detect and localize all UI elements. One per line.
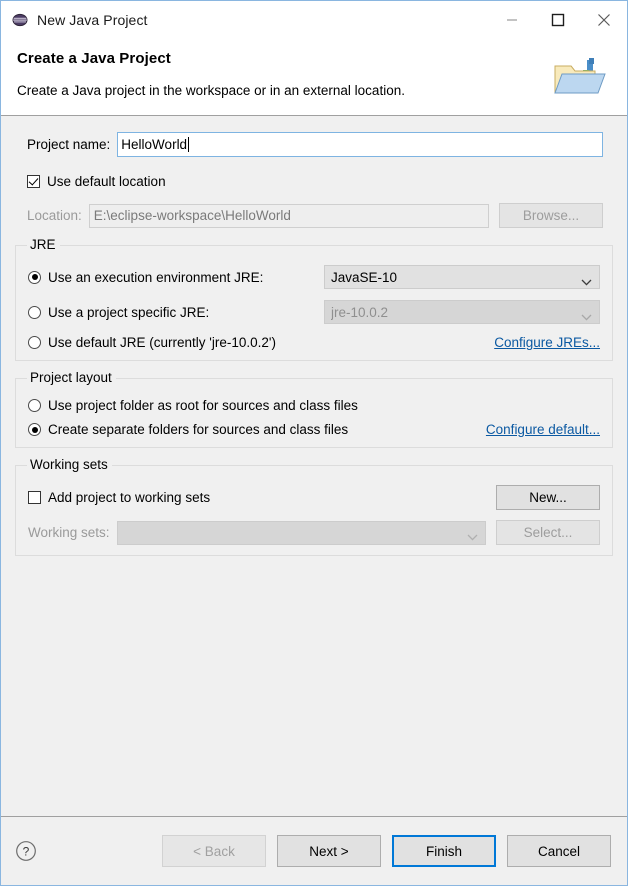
working-sets-combo xyxy=(116,520,486,545)
configure-default-link[interactable]: Configure default... xyxy=(486,422,600,437)
select-working-set-button: Select... xyxy=(496,520,600,545)
chevron-down-icon xyxy=(581,309,592,321)
configure-jres-link[interactable]: Configure JREs... xyxy=(494,335,600,350)
project-layout-group: Project layout Use project folder as roo… xyxy=(15,370,613,448)
project-layout-group-label: Project layout xyxy=(27,370,116,385)
jre-group-label: JRE xyxy=(27,237,60,252)
dialog-button-bar: ? < Back Next > Finish Cancel xyxy=(1,816,627,885)
jre-project-specific-combo: jre-10.0.2 xyxy=(324,300,600,324)
location-label: Location: xyxy=(27,208,82,223)
jre-group: JRE Use an execution environment JRE: Ja… xyxy=(15,237,613,361)
page-description: Create a Java project in the workspace o… xyxy=(17,83,405,98)
layout-separate-folders-radio[interactable] xyxy=(28,423,41,436)
title-bar: New Java Project xyxy=(1,1,627,38)
working-sets-label: Working sets: xyxy=(28,525,110,540)
cancel-button[interactable]: Cancel xyxy=(507,835,611,867)
close-icon[interactable] xyxy=(581,1,627,38)
project-name-label: Project name: xyxy=(27,137,111,152)
jre-default-radio[interactable] xyxy=(28,336,41,349)
new-working-set-button[interactable]: New... xyxy=(496,485,600,510)
jre-option-default[interactable]: Use default JRE (currently 'jre-10.0.2')… xyxy=(28,335,600,350)
browse-button: Browse... xyxy=(499,203,603,228)
jre-project-specific-radio[interactable] xyxy=(28,305,41,319)
dialog-body: Project name: HelloWorld Use default loc… xyxy=(1,116,627,816)
window-controls xyxy=(489,1,627,38)
project-name-value: HelloWorld xyxy=(121,137,188,152)
use-default-location-label: Use default location xyxy=(47,174,166,189)
layout-project-folder-radio[interactable] xyxy=(28,399,41,412)
eclipse-sphere-icon xyxy=(12,12,28,28)
add-project-to-working-sets-label: Add project to working sets xyxy=(48,490,211,505)
layout-separate-folders-label: Create separate folders for sources and … xyxy=(48,422,349,437)
add-project-to-working-sets-row[interactable]: Add project to working sets New... xyxy=(28,485,600,510)
location-row: Location: E:\eclipse-workspace\HelloWorl… xyxy=(15,189,613,228)
window-title: New Java Project xyxy=(37,11,148,28)
use-default-location-row[interactable]: Use default location xyxy=(15,157,613,189)
chevron-down-icon xyxy=(467,529,478,541)
jre-option-execution-environment[interactable]: Use an execution environment JRE: JavaSE… xyxy=(28,265,600,289)
next-button[interactable]: Next > xyxy=(277,835,381,867)
back-button: < Back xyxy=(162,835,266,867)
use-default-location-checkbox[interactable] xyxy=(27,175,40,188)
layout-project-folder-label: Use project folder as root for sources a… xyxy=(48,398,358,413)
open-folder-icon xyxy=(547,52,611,108)
jre-execution-environment-value: JavaSE-10 xyxy=(331,269,398,285)
jre-execution-environment-radio[interactable] xyxy=(28,270,41,284)
layout-option-project-folder[interactable]: Use project folder as root for sources a… xyxy=(28,398,600,413)
chevron-down-icon xyxy=(581,274,592,286)
add-project-to-working-sets-checkbox[interactable] xyxy=(28,491,41,504)
location-input: E:\eclipse-workspace\HelloWorld xyxy=(88,203,489,228)
location-value: E:\eclipse-workspace\HelloWorld xyxy=(93,208,291,223)
help-icon[interactable]: ? xyxy=(15,840,37,862)
layout-option-separate-folders[interactable]: Create separate folders for sources and … xyxy=(28,422,600,437)
working-sets-row: Working sets: Select... xyxy=(28,520,600,545)
project-name-row: Project name: HelloWorld xyxy=(15,116,613,157)
jre-execution-environment-label: Use an execution environment JRE: xyxy=(48,269,264,285)
working-sets-group-label: Working sets xyxy=(27,457,112,472)
page-title: Create a Java Project xyxy=(17,50,171,67)
minimize-icon[interactable] xyxy=(489,1,535,38)
project-name-input[interactable]: HelloWorld xyxy=(117,132,603,157)
svg-text:?: ? xyxy=(23,844,30,858)
text-caret xyxy=(188,137,190,152)
wizard-buttons: < Back Next > Finish Cancel xyxy=(151,835,611,867)
jre-option-project-specific[interactable]: Use a project specific JRE: jre-10.0.2 xyxy=(28,300,600,324)
new-java-project-dialog: New Java Project Create a Java Project C… xyxy=(0,0,628,886)
maximize-icon[interactable] xyxy=(535,1,581,38)
header-banner: Create a Java Project Create a Java proj… xyxy=(1,38,627,116)
working-sets-group: Working sets Add project to working sets… xyxy=(15,457,613,556)
jre-project-specific-label: Use a project specific JRE: xyxy=(48,304,210,320)
jre-execution-environment-combo[interactable]: JavaSE-10 xyxy=(324,265,600,289)
finish-button[interactable]: Finish xyxy=(392,835,496,867)
jre-project-specific-value: jre-10.0.2 xyxy=(331,304,389,320)
jre-default-label: Use default JRE (currently 'jre-10.0.2') xyxy=(48,335,276,350)
